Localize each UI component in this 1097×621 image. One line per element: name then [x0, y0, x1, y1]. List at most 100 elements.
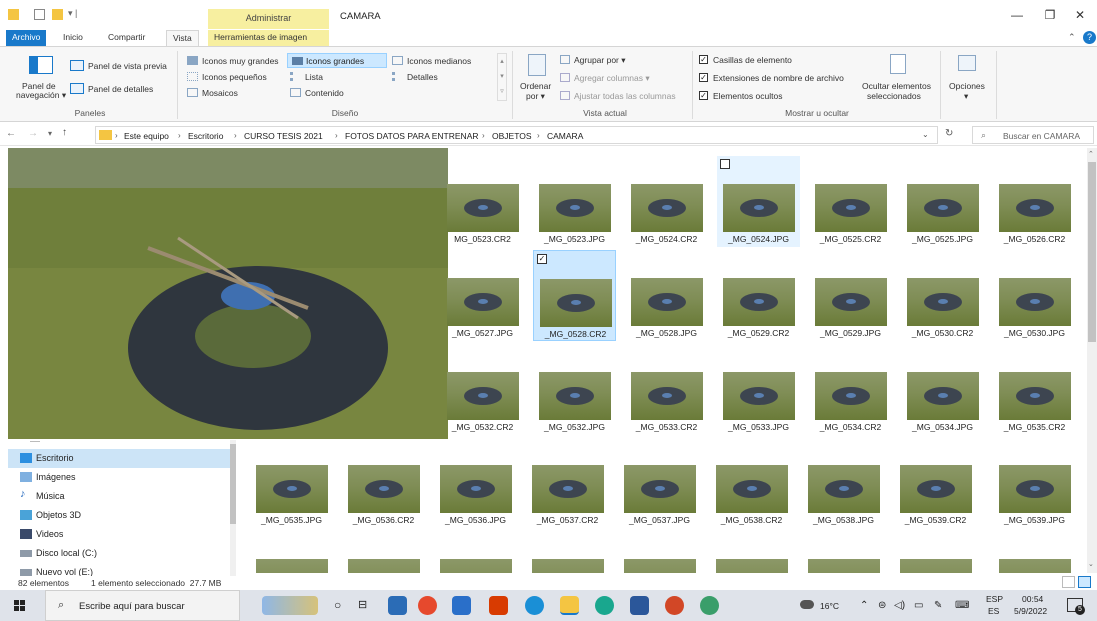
- recent-locations-icon[interactable]: ▾: [48, 129, 52, 138]
- tray-battery-icon[interactable]: ▭: [914, 600, 923, 611]
- nav-item-videos[interactable]: Videos: [8, 525, 230, 544]
- file-tile[interactable]: [802, 531, 885, 573]
- file-tile[interactable]: _MG_0535.JPG: [250, 437, 333, 528]
- language-secondary[interactable]: ES: [988, 606, 999, 616]
- edge-icon[interactable]: [525, 596, 544, 615]
- layout-gallery-scroll[interactable]: ▴ ▾ ▿: [497, 53, 507, 101]
- tray-pen-icon[interactable]: ✎: [934, 600, 942, 611]
- nav-item-3d-objects[interactable]: Objetos 3D: [8, 506, 230, 525]
- file-tile[interactable]: [710, 531, 793, 573]
- file-tile[interactable]: _MG_0525.JPG: [901, 156, 984, 247]
- help-icon[interactable]: ?: [1083, 31, 1096, 44]
- file-tile[interactable]: _MG_0539.CR2: [894, 437, 977, 528]
- group-by-button[interactable]: Agrupar por ▾: [574, 55, 626, 66]
- file-tile[interactable]: _MG_0536.CR2: [342, 437, 425, 528]
- powerpoint-icon[interactable]: [665, 596, 684, 615]
- nav-item-music[interactable]: ♪ Música: [8, 487, 230, 506]
- small-icons-option[interactable]: Iconos pequeños: [202, 72, 267, 82]
- tray-overflow-icon[interactable]: ⌃: [860, 600, 868, 611]
- tab-view[interactable]: Vista: [166, 30, 199, 46]
- file-tile[interactable]: _MG_0529.JPG: [809, 250, 892, 341]
- new-folder-icon[interactable]: [52, 9, 63, 20]
- file-tile[interactable]: _MG_0528.JPG: [625, 250, 708, 341]
- file-tile[interactable]: _MG_0535.CR2: [993, 344, 1076, 435]
- file-tile[interactable]: _MG_0534.CR2: [809, 344, 892, 435]
- options-button[interactable]: Opciones: [949, 81, 985, 91]
- calculator-icon[interactable]: [388, 596, 407, 615]
- breadcrumb-item[interactable]: OBJETOS: [492, 131, 532, 141]
- file-tile[interactable]: [993, 531, 1076, 573]
- tab-image-tools[interactable]: Herramientas de imagen: [208, 30, 329, 46]
- file-tile[interactable]: _MG_0533.CR2: [625, 344, 708, 435]
- file-tile[interactable]: _MG_0524.CR2: [625, 156, 708, 247]
- details-view-icon[interactable]: [1062, 576, 1075, 588]
- weather-cloud-icon[interactable]: [800, 600, 814, 609]
- file-tile[interactable]: _MG_0539.JPG: [993, 437, 1076, 528]
- tray-network-icon[interactable]: ⊜: [878, 600, 886, 611]
- refresh-icon[interactable]: ↻: [945, 128, 953, 139]
- tray-volume-icon[interactable]: ◁): [894, 600, 905, 611]
- file-tile[interactable]: _MG_0537.JPG: [618, 437, 701, 528]
- tab-home[interactable]: Inicio: [57, 30, 89, 46]
- file-tile[interactable]: _MG_0538.CR2: [710, 437, 793, 528]
- breadcrumb-item[interactable]: CAMARA: [547, 131, 583, 141]
- nav-item-local-disk[interactable]: Disco local (C:): [8, 544, 230, 563]
- file-tile[interactable]: [618, 531, 701, 573]
- tab-file[interactable]: Archivo: [6, 30, 47, 46]
- file-tile[interactable]: _MG_0530.CR2: [901, 250, 984, 341]
- file-tile[interactable]: _MG_0529.CR2: [717, 250, 800, 341]
- forward-arrow-icon[interactable]: →: [28, 128, 38, 139]
- notifications-icon[interactable]: 5: [1067, 598, 1085, 615]
- chrome-alt-icon[interactable]: [700, 596, 719, 615]
- breadcrumb-item[interactable]: Este equipo: [124, 131, 169, 141]
- large-icons-view-icon[interactable]: [1078, 576, 1091, 588]
- hidden-items-checkbox[interactable]: ✓: [699, 91, 708, 100]
- tray-keyboard-icon[interactable]: ⌨: [955, 600, 969, 611]
- file-tile[interactable]: ✓ _MG_0528.CR2: [533, 250, 616, 341]
- tiles-option[interactable]: Mosaicos: [202, 88, 238, 98]
- file-tile[interactable]: [894, 531, 977, 573]
- minimize-button[interactable]: —: [1007, 8, 1027, 24]
- clock-date[interactable]: 5/9/2022: [1014, 606, 1047, 616]
- collapse-ribbon-icon[interactable]: ⌃: [1068, 32, 1076, 43]
- properties-icon[interactable]: [34, 9, 45, 20]
- address-dropdown-icon[interactable]: ⌄: [922, 130, 929, 139]
- widget-banner-icon[interactable]: [262, 596, 318, 615]
- content-option[interactable]: Contenido: [305, 88, 344, 98]
- nav-item-desktop[interactable]: Escritorio: [8, 449, 230, 468]
- file-tile[interactable]: _MG_0538.JPG: [802, 437, 885, 528]
- breadcrumb-item[interactable]: Escritorio: [188, 131, 223, 141]
- close-button[interactable]: ✕: [1070, 8, 1090, 24]
- breadcrumb-item[interactable]: FOTOS DATOS PARA ENTRENAR: [345, 131, 479, 141]
- breadcrumb-item[interactable]: CURSO TESIS 2021: [244, 131, 323, 141]
- file-tile[interactable]: _MG_0524.JPG: [717, 156, 800, 247]
- file-tile[interactable]: _MG_0532.JPG: [533, 344, 616, 435]
- add-columns-button[interactable]: Agregar columnas ▾: [574, 73, 650, 84]
- windows-start-icon[interactable]: [14, 600, 26, 612]
- large-icons-option[interactable]: Iconos grandes: [287, 53, 387, 68]
- chrome-profile-icon[interactable]: [595, 596, 614, 615]
- medium-icons-option[interactable]: Iconos medianos: [407, 56, 471, 66]
- file-extensions-checkbox[interactable]: ✓: [699, 73, 708, 82]
- taskbar-search-input[interactable]: ⌕ Escribe aquí para buscar: [45, 590, 240, 621]
- extra-large-icons-option[interactable]: Iconos muy grandes: [202, 56, 279, 66]
- sort-by-button[interactable]: Ordenar: [520, 81, 551, 91]
- file-tile[interactable]: _MG_0526.CR2: [993, 156, 1076, 247]
- clock-time[interactable]: 00:54: [1022, 594, 1043, 604]
- acrobat-icon[interactable]: [489, 596, 508, 615]
- file-tile[interactable]: _MG_0530.JPG: [993, 250, 1076, 341]
- navigation-pane-icon[interactable]: [29, 56, 53, 74]
- address-bar[interactable]: › Este equipo › Escritorio › CURSO TESIS…: [95, 126, 938, 144]
- hide-selected-button[interactable]: Ocultar elementos: [862, 81, 931, 91]
- mail-icon[interactable]: [452, 596, 471, 615]
- item-checkboxes-checkbox[interactable]: ✓: [699, 55, 708, 64]
- nav-item-pictures[interactable]: Imágenes: [8, 468, 230, 487]
- cortana-icon[interactable]: ○: [334, 598, 341, 612]
- file-tile[interactable]: _MG_0525.CR2: [809, 156, 892, 247]
- language-primary[interactable]: ESP: [986, 594, 1003, 604]
- up-arrow-icon[interactable]: ↑: [62, 127, 67, 138]
- search-input[interactable]: ⌕ Buscar en CAMARA: [972, 126, 1094, 144]
- tile-checkbox[interactable]: [720, 159, 730, 169]
- details-pane-button[interactable]: Panel de detalles: [88, 84, 153, 94]
- file-tile[interactable]: _MG_0537.CR2: [526, 437, 609, 528]
